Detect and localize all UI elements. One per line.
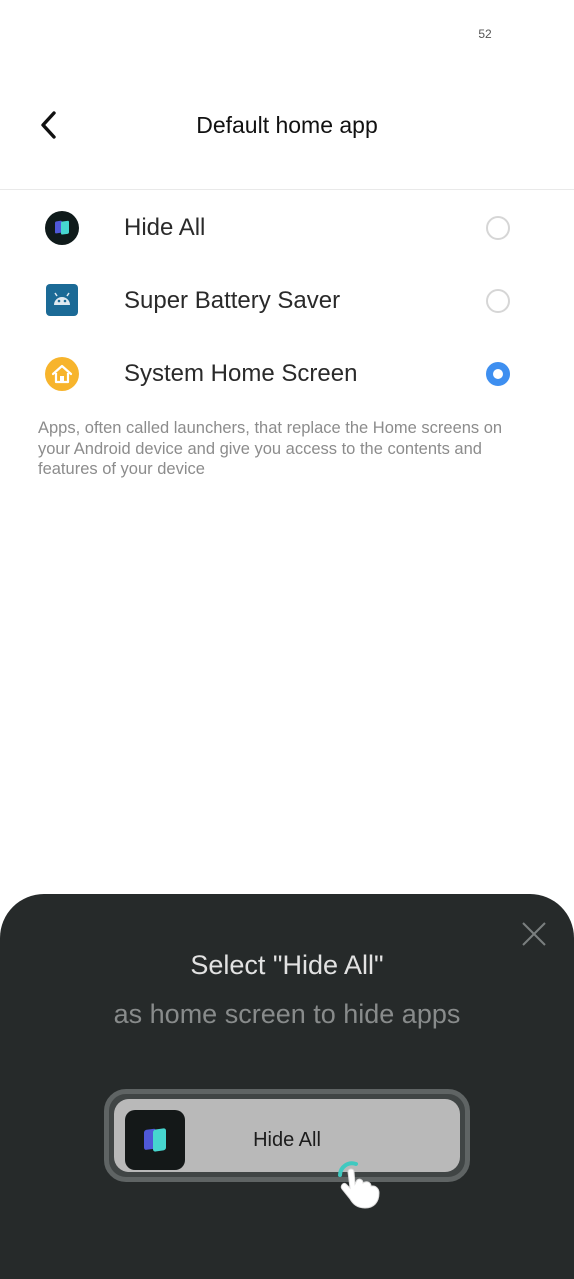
- radio-button-selected[interactable]: [486, 362, 510, 386]
- android-robot-icon: [46, 284, 78, 316]
- app-option-label: Super Battery Saver: [124, 287, 341, 314]
- app-option-system-home-screen[interactable]: System Home Screen: [0, 338, 574, 410]
- hide-all-app-icon: [45, 211, 79, 245]
- app-option-hide-all[interactable]: Hide All: [0, 192, 574, 264]
- sheet-title: Select "Hide All": [190, 950, 384, 980]
- status-bar-time: 52: [478, 27, 492, 41]
- description-text: Apps, often called launchers, that repla…: [38, 419, 503, 478]
- app-option-label: System Home Screen: [124, 360, 358, 387]
- house-icon: [45, 357, 79, 391]
- sheet-subtitle: as home screen to hide apps: [113, 999, 461, 1029]
- close-icon: [522, 922, 546, 946]
- page-title: Default home app: [196, 112, 378, 138]
- radio-button[interactable]: [486, 289, 510, 313]
- app-option-super-battery-saver[interactable]: Super Battery Saver: [0, 265, 574, 337]
- app-option-label: Hide All: [124, 214, 206, 241]
- demo-label: Hide All: [253, 1129, 321, 1151]
- hide-all-demo-button[interactable]: Hide All: [104, 1089, 470, 1182]
- close-button[interactable]: [518, 918, 550, 950]
- tap-hand-icon: [338, 1161, 380, 1209]
- radio-button[interactable]: [486, 216, 510, 240]
- demo-pill-surface: Hide All: [114, 1099, 460, 1172]
- header-divider: [0, 189, 574, 190]
